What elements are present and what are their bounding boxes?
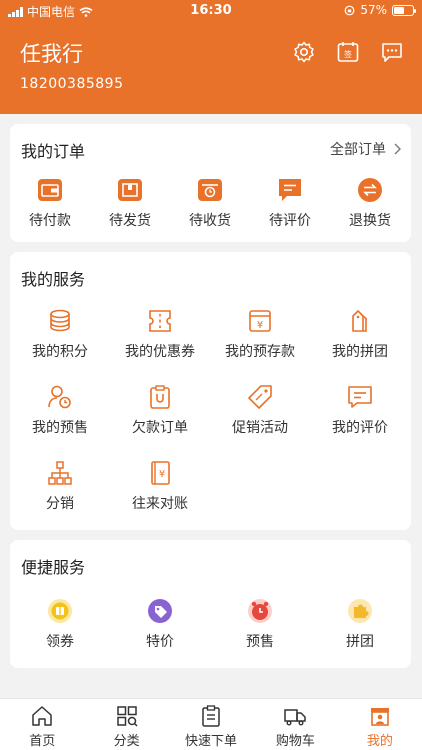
order-pending-payment[interactable]: 待付款 [10,176,90,230]
user-phone: 18200385895 [20,76,124,92]
orders-title: 我的订单 [21,142,86,161]
service-item-label: 我的拼团 [332,344,388,360]
box-icon [118,179,142,201]
tab-label: 我的 [366,734,393,749]
quick-item-label: 拼团 [346,634,374,650]
status-bar: 中国电信 16:30 57% [0,0,422,22]
service-item-label: 往来对账 [132,496,188,512]
svg-text:¥: ¥ [159,469,165,480]
deposit-icon: ¥ [249,310,271,332]
quick-group-buy[interactable]: 拼团 [310,597,410,651]
presale-clock-icon [248,599,272,623]
service-promotions[interactable]: 促销活动 [210,383,310,437]
quick-title: 便捷服务 [21,558,86,577]
chevron-right-icon [394,143,401,155]
tab-cart[interactable]: 购物车 [253,699,337,750]
svg-text:¥: ¥ [257,320,263,331]
coins-icon [50,309,70,332]
promo-tag-icon [248,385,272,409]
service-item-label: 我的积分 [32,344,88,360]
message-icon[interactable] [380,40,404,64]
service-reviews[interactable]: 我的评价 [310,383,410,437]
coupon-icon [149,310,171,332]
delivery-icon [198,179,222,201]
service-item-label: 我的优惠券 [125,344,195,360]
home-icon [32,706,52,726]
voucher-icon [48,599,72,623]
service-item-label: 我的预存款 [225,344,295,360]
settings-icon[interactable] [292,40,316,64]
orientation-lock-icon [344,5,355,15]
order-returns[interactable]: 退换货 [330,176,410,230]
review-icon [348,386,372,408]
service-points[interactable]: 我的积分 [10,307,110,361]
tab-mine[interactable]: 我的 [338,699,422,750]
quick-voucher[interactable]: 领券 [10,597,110,651]
puzzle-icon [348,599,372,623]
profile-header: 中国电信 16:30 57% 任我行 18200385895 签 [0,0,422,114]
bottom-tab-bar: 首页 分类 快速下单 购物车 我的 [0,698,422,750]
quick-special-price[interactable]: 特价 [110,597,210,651]
service-presale[interactable]: 我的预售 [10,383,110,437]
quick-item-label: 领券 [46,634,74,650]
quick-presale[interactable]: 预售 [210,597,310,651]
calendar-sign-icon[interactable]: 签 [336,40,360,64]
service-debt-orders[interactable]: 欠款订单 [110,383,210,437]
wallet-icon [38,179,62,201]
all-orders-link[interactable]: 全部订单 [330,139,401,159]
cart-truck-icon [284,709,307,726]
tab-label: 首页 [29,734,56,749]
service-item-label: 促销活动 [232,420,288,436]
user-name: 任我行 [20,42,83,66]
orders-card: 我的订单 全部订单 待付款 待发货 待收货 待评价 退换货 [10,124,411,242]
order-pending-receipt[interactable]: 待收货 [170,176,250,230]
tab-label: 快速下单 [185,734,238,749]
service-group-buy[interactable]: 我的拼团 [310,307,410,361]
order-item-label: 退换货 [349,213,391,229]
services-card: 我的服务 我的积分 我的优惠券 ¥ 我的预存款 我的拼团 我的预售 欠款订单 促… [10,252,411,530]
exchange-icon [358,178,382,202]
order-pending-review[interactable]: 待评价 [250,176,330,230]
service-item-label: 分销 [46,496,74,512]
quick-item-label: 预售 [246,634,274,650]
all-orders-label: 全部订单 [330,142,386,158]
presale-user-icon [48,385,71,409]
service-item-label: 欠款订单 [132,420,188,436]
service-distribution[interactable]: 分销 [10,459,110,513]
comment-icon [279,179,301,201]
order-item-label: 待发货 [109,213,151,229]
order-item-label: 待付款 [29,213,71,229]
profile-shop-icon [370,708,389,726]
order-item-label: 待评价 [269,213,311,229]
service-item-label: 我的预售 [32,420,88,436]
service-ledger[interactable]: ¥ 往来对账 [110,459,210,513]
order-item-label: 待收货 [189,213,231,229]
service-deposit[interactable]: ¥ 我的预存款 [210,307,310,361]
debt-clipboard-icon [150,385,170,409]
service-item-label: 我的评价 [332,420,388,436]
quick-order-icon [202,705,220,727]
ledger-icon: ¥ [151,461,170,485]
tab-label: 分类 [113,734,140,749]
tab-quick-order[interactable]: 快速下单 [169,699,253,750]
services-title: 我的服务 [21,270,86,289]
order-pending-shipment[interactable]: 待发货 [90,176,170,230]
distribution-icon [48,461,72,485]
service-coupons[interactable]: 我的优惠券 [110,307,210,361]
group-tag-icon [352,310,367,332]
battery-percent: 57% [360,3,387,17]
svg-text:签: 签 [344,49,352,59]
category-icon [116,706,138,727]
tab-home[interactable]: 首页 [0,699,84,750]
tab-label: 购物车 [275,734,315,749]
special-price-icon [148,599,172,623]
quick-card: 便捷服务 领券 特价 预售 拼团 [10,540,411,668]
battery-icon [392,4,416,16]
quick-item-label: 特价 [146,634,174,650]
tab-category[interactable]: 分类 [84,699,168,750]
